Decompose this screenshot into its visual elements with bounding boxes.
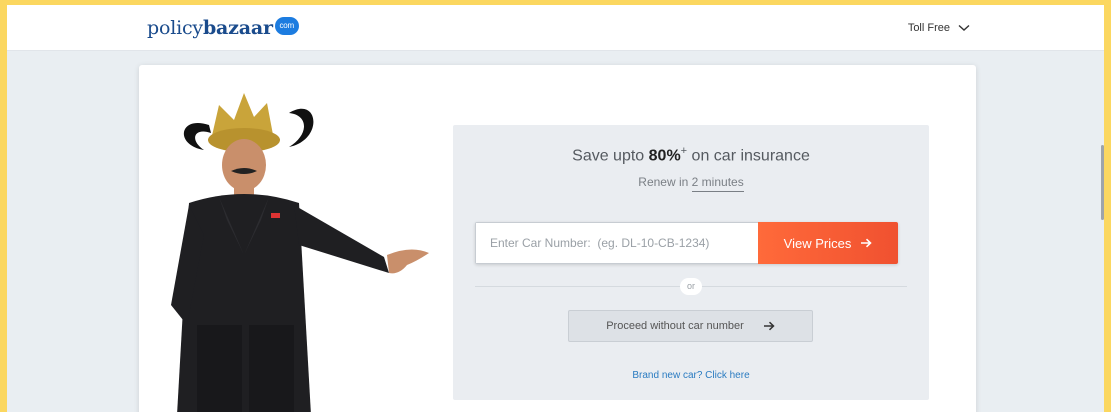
mascot-image [171, 93, 429, 412]
or-label: or [680, 278, 702, 295]
quote-panel: Save upto 80%+ on car insurance Renew in… [453, 125, 929, 400]
headline-prefix: Save upto [572, 147, 649, 165]
renew-subline: Renew in 2 minutes [453, 175, 929, 192]
proceed-without-number-button[interactable]: Proceed without car number [568, 310, 813, 342]
toll-free-dropdown[interactable]: Toll Free [908, 22, 970, 34]
view-prices-button[interactable]: View Prices [758, 222, 898, 264]
headline: Save upto 80%+ on car insurance [453, 145, 929, 165]
logo-badge: com [274, 17, 299, 35]
page-scrollbar[interactable] [1101, 145, 1104, 220]
headline-discount: 80% [648, 147, 681, 165]
policybazaar-logo[interactable]: policy bazaar com [147, 17, 299, 39]
brand-new-car-link[interactable]: Brand new car? Click here [453, 370, 929, 381]
toll-free-label: Toll Free [907, 22, 950, 34]
page-frame: policy bazaar com Toll Free Save upto 80… [7, 5, 1104, 412]
main-card: Save upto 80%+ on car insurance Renew in… [139, 65, 976, 412]
car-number-form: View Prices [475, 222, 898, 264]
proceed-label: Proceed without car number [606, 320, 744, 332]
chevron-down-icon [958, 24, 970, 31]
arrow-right-icon [861, 238, 873, 248]
renew-duration: 2 minutes [691, 175, 744, 192]
arrow-right-icon [763, 321, 775, 331]
renew-prefix: Renew in [638, 175, 692, 189]
top-navbar: policy bazaar com Toll Free [7, 5, 1104, 51]
headline-suffix: on car insurance [687, 147, 810, 165]
logo-text-policy: policy [147, 17, 203, 39]
car-number-input[interactable] [475, 222, 758, 264]
logo-text-bazaar: bazaar [202, 17, 273, 39]
view-prices-label: View Prices [783, 235, 852, 251]
